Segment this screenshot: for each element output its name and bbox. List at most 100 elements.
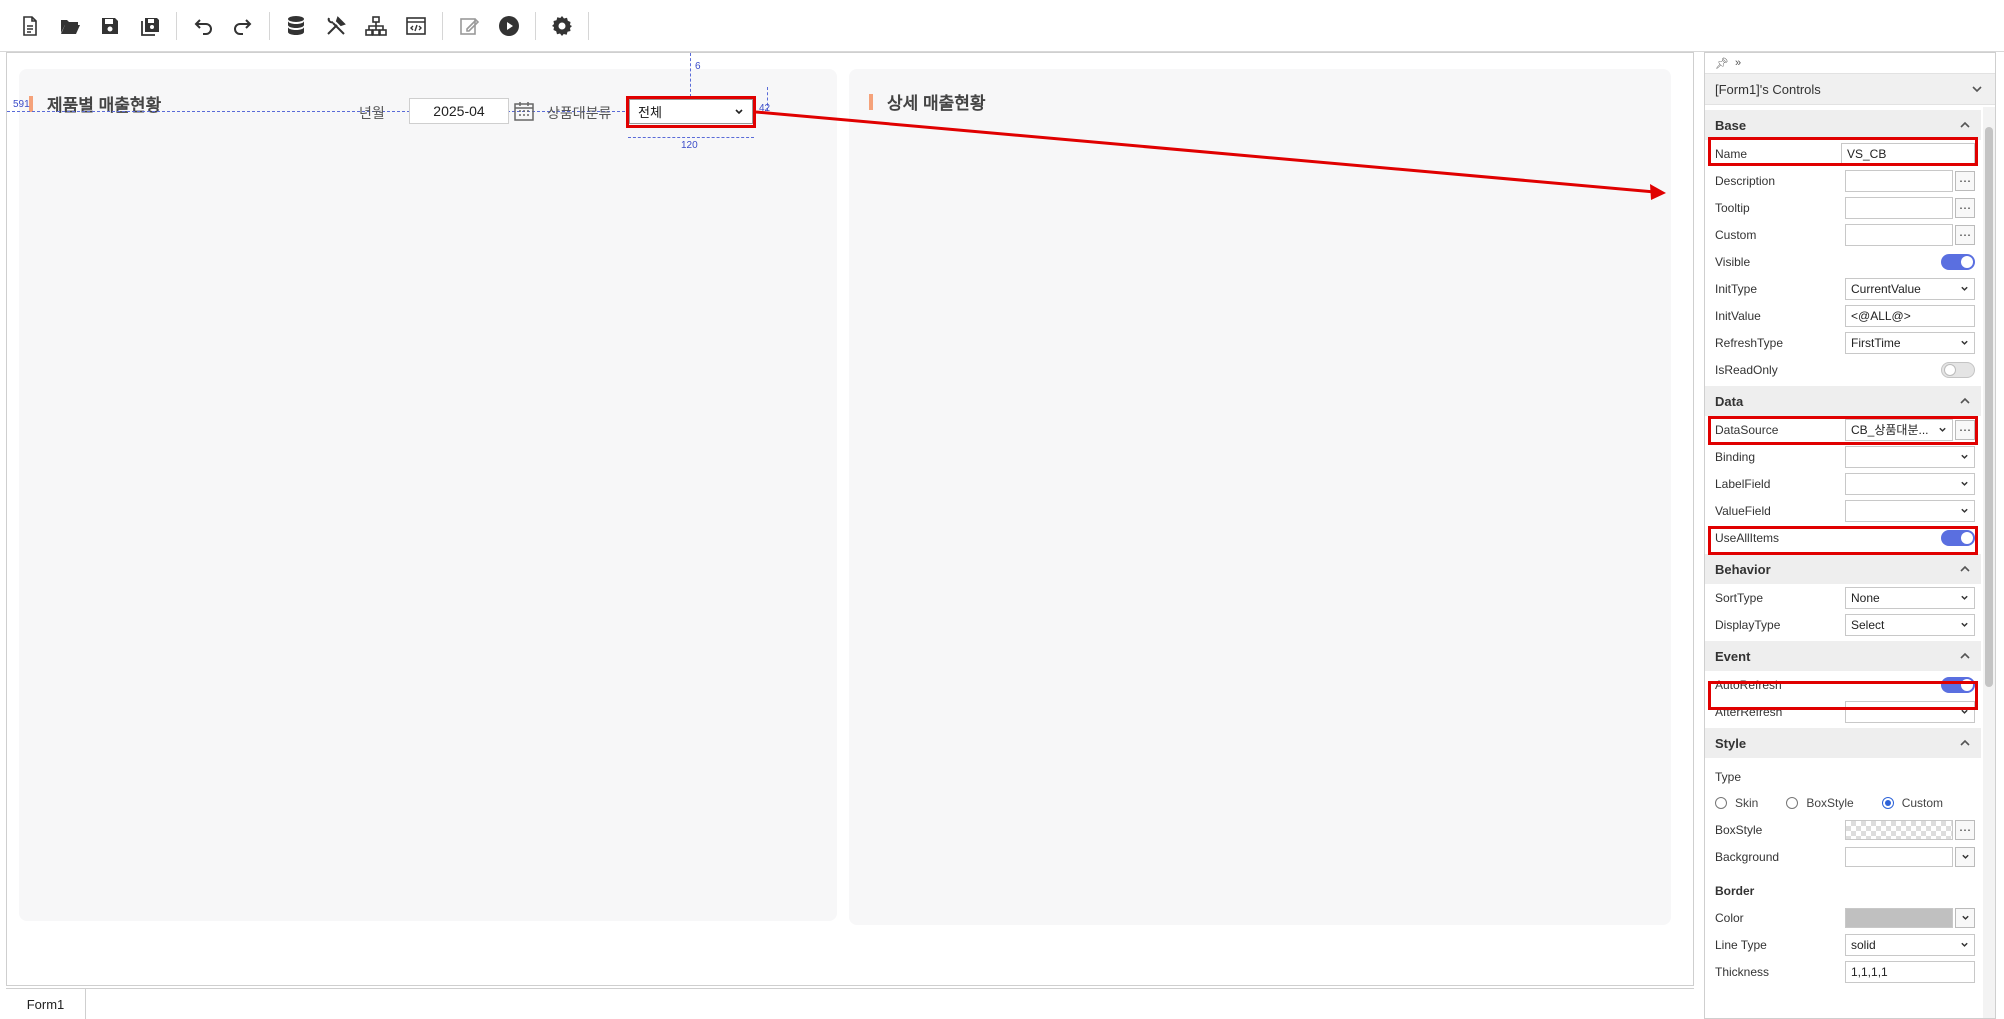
- sorttype-select[interactable]: None: [1845, 586, 1975, 609]
- props-header[interactable]: [Form1]'s Controls: [1705, 73, 1995, 105]
- displaytype-value: Select: [1851, 617, 1885, 632]
- prop-label: LabelField: [1715, 476, 1771, 491]
- prop-label: Line Type: [1715, 937, 1767, 952]
- redo-button[interactable]: [225, 8, 261, 44]
- right-panel-title: 상세 매출현황: [869, 89, 986, 114]
- guide-width-value: 120: [681, 140, 698, 151]
- prop-row-color: Color: [1705, 904, 1981, 931]
- section-base[interactable]: Base: [1705, 110, 1981, 140]
- calendar-icon[interactable]: [513, 100, 535, 122]
- background-dropdown-button[interactable]: [1955, 846, 1975, 867]
- border-color-box[interactable]: [1845, 907, 1953, 928]
- border-color-dropdown-button[interactable]: [1955, 907, 1975, 928]
- isreadonly-toggle[interactable]: [1941, 361, 1975, 378]
- initvalue-input[interactable]: <@ALL@>: [1845, 304, 1975, 327]
- radio-skin[interactable]: Skin: [1715, 796, 1758, 810]
- sorttype-value: None: [1851, 590, 1880, 605]
- displaytype-select[interactable]: Select: [1845, 613, 1975, 636]
- database-button[interactable]: [278, 8, 314, 44]
- tools-button[interactable]: [318, 8, 354, 44]
- prop-label: Description: [1715, 173, 1776, 188]
- prop-row-inittype: InitType CurrentValue: [1705, 275, 1981, 302]
- prop-row-custom: Custom ⋯: [1705, 221, 1981, 248]
- scrollbar-thumb[interactable]: [1985, 127, 1993, 687]
- labelfield-select[interactable]: [1845, 472, 1975, 495]
- save-all-button[interactable]: [132, 8, 168, 44]
- radio-custom[interactable]: Custom: [1881, 796, 1944, 810]
- style-type-label: Type: [1715, 770, 1742, 784]
- bottom-tab-bar: Form1: [6, 988, 1694, 1019]
- prop-row-refreshtype: RefreshType FirstTime: [1705, 329, 1981, 356]
- right-panel[interactable]: [849, 69, 1671, 925]
- prop-row-isreadonly: IsReadOnly: [1705, 356, 1981, 383]
- section-style-title: Style: [1715, 735, 1747, 751]
- refreshtype-select[interactable]: FirstTime: [1845, 331, 1975, 354]
- thickness-input[interactable]: 1,1,1,1: [1845, 960, 1975, 983]
- expand-icon[interactable]: »: [1735, 57, 1741, 69]
- ellipsis-button[interactable]: ⋯: [1955, 170, 1975, 191]
- prop-label: Tooltip: [1715, 200, 1750, 215]
- description-input[interactable]: [1845, 169, 1953, 192]
- highlight-datasource-row: [1708, 416, 1978, 445]
- open-folder-button[interactable]: [52, 8, 88, 44]
- toolbar-separator: [588, 11, 589, 40]
- ellipsis-button[interactable]: ⋯: [1955, 224, 1975, 245]
- save-button[interactable]: [92, 8, 128, 44]
- binding-select[interactable]: [1845, 445, 1975, 468]
- prop-label: InitType: [1715, 281, 1758, 296]
- title-accent-bar: [869, 93, 873, 110]
- tooltip-input[interactable]: [1845, 196, 1953, 219]
- section-data[interactable]: Data: [1705, 386, 1981, 416]
- toolbar-separator: [535, 11, 536, 40]
- ellipsis-button[interactable]: ⋯: [1955, 197, 1975, 218]
- radio-boxstyle[interactable]: BoxStyle: [1786, 796, 1854, 810]
- section-event[interactable]: Event: [1705, 641, 1981, 671]
- valuefield-select[interactable]: [1845, 499, 1975, 522]
- edit-icon: [460, 17, 480, 35]
- run-button[interactable]: [491, 8, 527, 44]
- section-style[interactable]: Style: [1705, 728, 1981, 758]
- left-panel[interactable]: [19, 69, 837, 921]
- chevron-down-icon: [1961, 942, 1968, 947]
- chevron-down-icon: [1961, 854, 1969, 859]
- inittype-select[interactable]: CurrentValue: [1845, 277, 1975, 300]
- prop-label: InitValue: [1715, 308, 1761, 323]
- year-month-input[interactable]: 2025-04: [409, 98, 509, 124]
- undo-button[interactable]: [185, 8, 221, 44]
- prop-label: Background: [1715, 849, 1780, 864]
- settings-button[interactable]: [544, 8, 580, 44]
- prop-row-description: Description ⋯: [1705, 167, 1981, 194]
- chevron-up-icon: [1960, 739, 1970, 746]
- custom-input[interactable]: [1845, 223, 1953, 246]
- save-icon: [102, 17, 118, 34]
- section-behavior-title: Behavior: [1715, 561, 1771, 577]
- new-file-button[interactable]: [12, 8, 48, 44]
- prop-row-initvalue: InitValue <@ALL@>: [1705, 302, 1981, 329]
- background-color-box[interactable]: [1845, 846, 1953, 867]
- section-base-title: Base: [1715, 117, 1747, 133]
- undo-icon: [194, 18, 212, 35]
- visible-toggle[interactable]: [1941, 253, 1975, 270]
- props-scrollbar[interactable]: [1983, 107, 1995, 1018]
- hierarchy-button[interactable]: [358, 8, 394, 44]
- design-canvas[interactable]: 제품별 매출현황 상세 매출현황 591 6 120 42 년월 2025-04…: [6, 52, 1694, 986]
- props-header-title: [Form1]'s Controls: [1715, 81, 1821, 97]
- ellipsis-button[interactable]: ⋯: [1955, 819, 1975, 840]
- chevron-up-icon: [1960, 397, 1970, 404]
- edit-button[interactable]: [451, 8, 487, 44]
- code-view-button[interactable]: [398, 8, 434, 44]
- chevron-down-icon: [1961, 622, 1968, 627]
- prop-label: Custom: [1715, 227, 1757, 242]
- prop-row-sorttype: SortType None: [1705, 584, 1981, 611]
- radio-custom-label: Custom: [1901, 796, 1944, 810]
- tab-form1[interactable]: Form1: [6, 989, 86, 1019]
- chevron-down-icon: [1961, 508, 1968, 513]
- style-type-radios: Skin BoxStyle Custom: [1705, 790, 1981, 816]
- pin-icon[interactable]: 📌︎: [1715, 57, 1729, 70]
- prop-label: Color: [1715, 910, 1744, 925]
- boxstyle-preview[interactable]: [1845, 819, 1953, 840]
- linetype-select[interactable]: solid: [1845, 933, 1975, 956]
- linetype-value: solid: [1851, 937, 1876, 952]
- section-behavior[interactable]: Behavior: [1705, 554, 1981, 584]
- guide-height-value: 42: [759, 103, 771, 114]
